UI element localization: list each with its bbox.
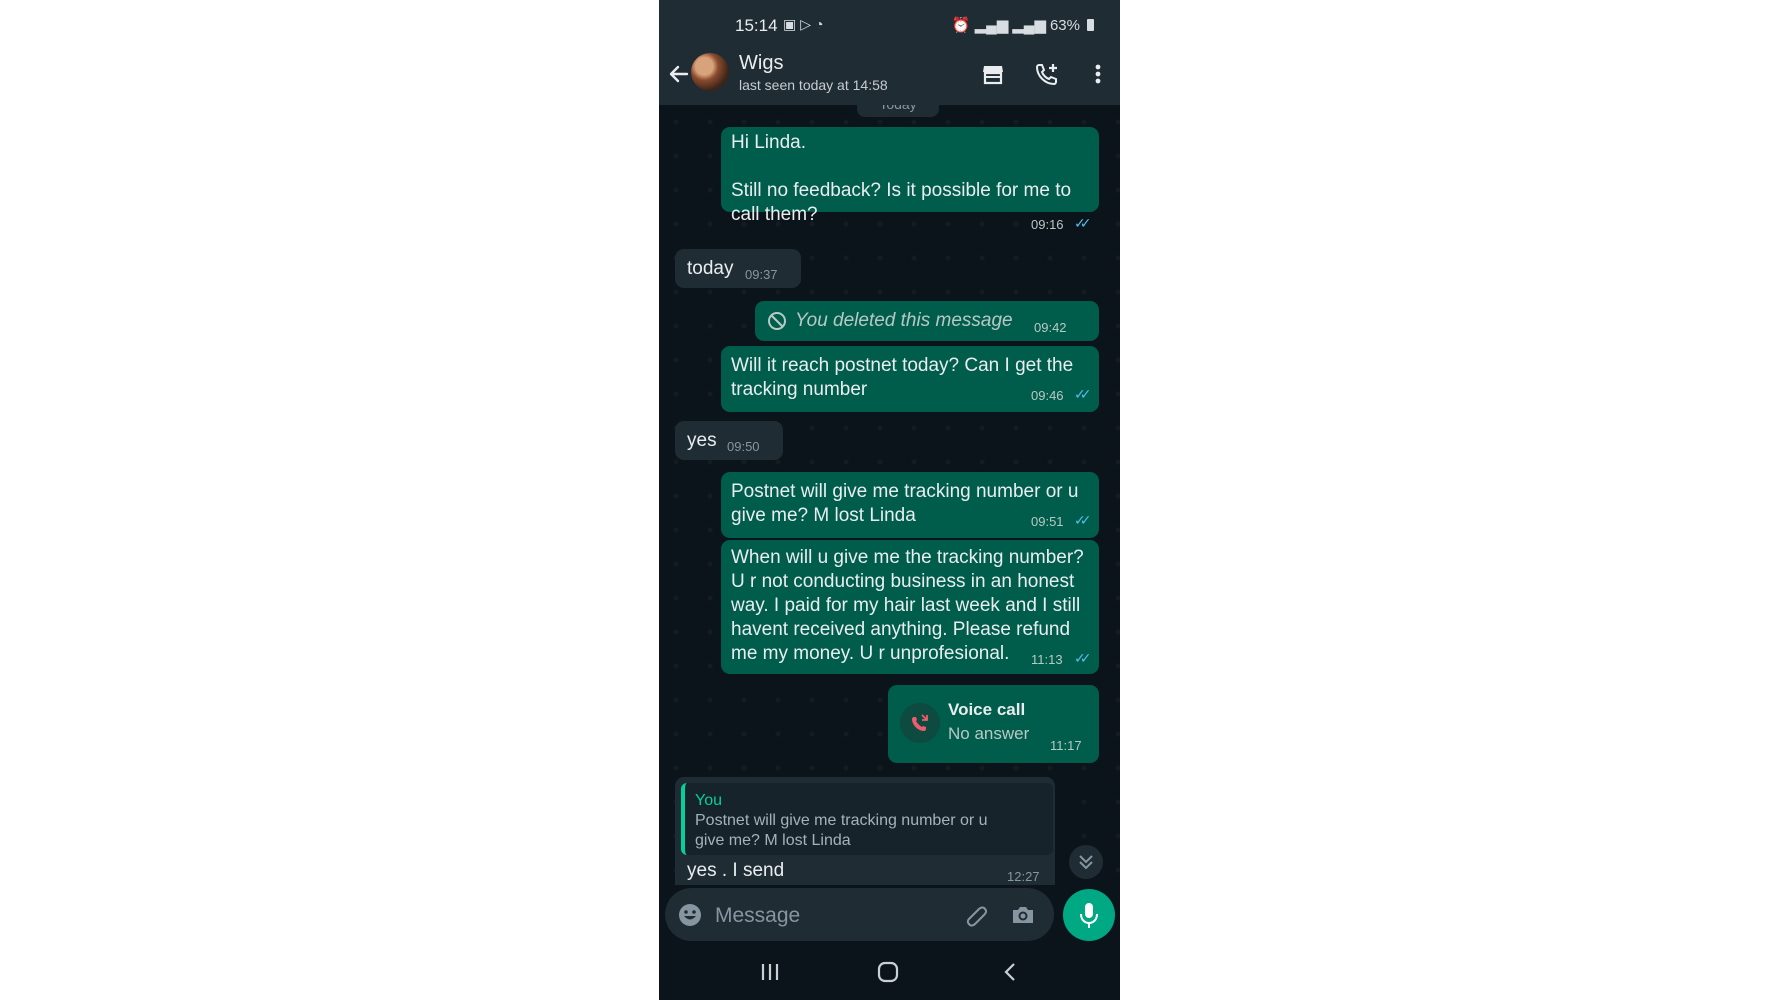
battery-percent: 63% bbox=[1049, 16, 1080, 34]
message-text: yes bbox=[687, 430, 717, 451]
message-text: Will it reach postnet today? Can I get t… bbox=[731, 355, 1074, 376]
nav-back-icon[interactable] bbox=[999, 960, 1023, 984]
quote-text: give me? M lost Linda bbox=[695, 832, 851, 849]
message-text: give me? M lost Linda bbox=[731, 505, 916, 526]
message-time: 11:17 bbox=[1050, 738, 1082, 753]
mic-icon bbox=[1080, 903, 1098, 928]
message-text: U r not conducting business in an honest bbox=[731, 571, 1075, 592]
camera-icon[interactable] bbox=[1009, 901, 1037, 929]
message-text: When will u give me the tracking number? bbox=[731, 547, 1084, 568]
message-time: 11:13 bbox=[1031, 652, 1063, 667]
message-text: tracking number bbox=[731, 379, 868, 400]
outgoing-message[interactable]: Hi Linda. Still no feedback? Is it possi… bbox=[721, 127, 1099, 232]
message-text: Postnet will give me tracking number or … bbox=[731, 481, 1079, 502]
incoming-message[interactable]: today 09:37 bbox=[675, 249, 801, 288]
message-text: call them? bbox=[731, 204, 818, 225]
back-arrow-icon[interactable] bbox=[665, 60, 693, 88]
date-chip: Today bbox=[857, 105, 939, 117]
outgoing-message[interactable]: Postnet will give me tracking number or … bbox=[721, 472, 1099, 538]
message-text: today bbox=[687, 258, 734, 279]
gallery-icon: ▣ bbox=[783, 16, 801, 32]
read-ticks-icon: ✓✓ bbox=[1074, 386, 1092, 402]
chat-area[interactable]: Today Hi Linda. Still no feedback? Is it… bbox=[659, 105, 1120, 885]
voice-record-button[interactable] bbox=[1063, 889, 1115, 941]
call-status: No answer bbox=[948, 724, 1030, 743]
home-icon[interactable] bbox=[876, 960, 900, 984]
message-input[interactable] bbox=[713, 900, 957, 932]
message-time: 12:27 bbox=[1007, 869, 1040, 884]
messenger-icon: ◔ bbox=[815, 16, 828, 32]
outgoing-message[interactable]: Will it reach postnet today? Can I get t… bbox=[721, 346, 1099, 412]
message-time: 09:51 bbox=[1031, 514, 1064, 529]
last-seen-status: last seen today at 14:58 bbox=[739, 77, 888, 93]
message-text: You deleted this message bbox=[795, 310, 1013, 331]
message-text: Hi Linda. bbox=[731, 132, 806, 153]
quote-text: Postnet will give me tracking number or … bbox=[695, 812, 988, 829]
notification-icons: ▣▷◔ bbox=[783, 16, 827, 33]
battery-icon bbox=[1087, 19, 1094, 31]
chat-header: Wigs last seen today at 14:58 bbox=[659, 50, 1120, 105]
message-time: 09:50 bbox=[727, 439, 760, 454]
4g-signal-icon: ▂▄▆ bbox=[1012, 17, 1046, 34]
alarm-icon: ⏰ bbox=[951, 17, 971, 34]
emoji-icon[interactable] bbox=[677, 902, 703, 928]
contact-name[interactable]: Wigs bbox=[739, 52, 783, 75]
quoted-message[interactable]: You Postnet will give me tracking number… bbox=[681, 783, 1053, 855]
message-time: 09:42 bbox=[1034, 320, 1067, 335]
message-text: Still no feedback? Is it possible for me… bbox=[731, 180, 1072, 201]
phone-screen: 15:14 ▣▷◔ ⏰ ▂▄▆ ▂▄▆ 63% Wigs last seen t… bbox=[659, 0, 1120, 1000]
message-text: havent received anything. Please refund bbox=[731, 619, 1071, 640]
system-icons: ⏰ ▂▄▆ ▂▄▆ 63% bbox=[952, 16, 1094, 34]
message-time: 09:16 bbox=[1031, 217, 1064, 232]
status-bar: 15:14 ▣▷◔ ⏰ ▂▄▆ ▂▄▆ 63% bbox=[659, 0, 1120, 50]
voice-call-message[interactable]: Voice call No answer 11:17 bbox=[888, 685, 1099, 763]
deleted-message[interactable]: You deleted this message 09:42 bbox=[755, 301, 1099, 341]
call-title: Voice call bbox=[948, 700, 1026, 719]
message-text: yes . I send bbox=[687, 860, 785, 881]
read-ticks-icon: ✓✓ bbox=[1074, 650, 1092, 666]
missed-call-icon bbox=[900, 703, 940, 743]
message-text: way. I paid for my hair last week and I … bbox=[731, 595, 1081, 616]
play-store-icon: ▷ bbox=[800, 16, 816, 32]
message-time: 09:46 bbox=[1031, 388, 1064, 403]
incoming-message[interactable]: yes 09:50 bbox=[675, 421, 783, 460]
double-chevron-down-icon bbox=[1079, 855, 1093, 870]
deleted-icon bbox=[768, 312, 786, 330]
signal-icon: ▂▄▆ bbox=[974, 17, 1009, 34]
avatar[interactable] bbox=[691, 53, 729, 91]
store-icon[interactable] bbox=[979, 60, 1007, 88]
attach-icon[interactable] bbox=[963, 901, 991, 929]
message-time: 09:37 bbox=[745, 267, 778, 282]
outgoing-message[interactable]: When will u give me the tracking number?… bbox=[721, 540, 1099, 674]
scroll-to-bottom-button[interactable] bbox=[1069, 845, 1103, 879]
read-ticks-icon: ✓✓ bbox=[1074, 512, 1092, 528]
navigation-bar bbox=[659, 945, 1120, 1000]
message-text: me my money. U r unprofesional. bbox=[731, 643, 1010, 664]
status-time: 15:14 bbox=[735, 16, 778, 35]
message-composer bbox=[665, 888, 1054, 941]
add-call-icon[interactable] bbox=[1033, 60, 1061, 88]
read-ticks-icon: ✓✓ bbox=[1074, 215, 1092, 231]
input-bar bbox=[659, 885, 1120, 945]
quote-author: You bbox=[695, 792, 722, 809]
recent-apps-icon[interactable] bbox=[758, 961, 782, 983]
incoming-reply-message[interactable]: You Postnet will give me tracking number… bbox=[675, 777, 1055, 885]
more-options-icon[interactable] bbox=[1084, 60, 1112, 88]
